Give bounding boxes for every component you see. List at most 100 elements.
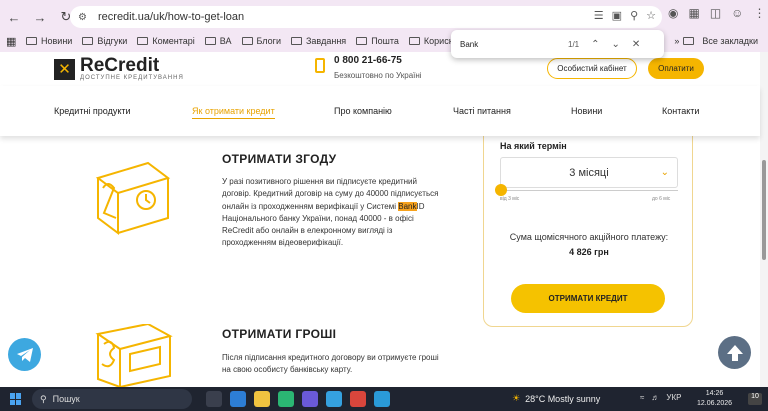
term-label: На який термін — [500, 141, 567, 151]
taskbar-apps — [206, 391, 390, 407]
address-bar[interactable]: ⚙ recredit.ua/uk/how-to-get-loan ☰ ▣ ⚲ ☆ — [70, 6, 662, 28]
pay-button[interactable]: Оплатити — [648, 58, 704, 79]
slider-min-label: від 3 міс — [500, 196, 520, 202]
app-icon[interactable] — [326, 391, 342, 407]
apps-grid-icon[interactable]: ▦ — [6, 35, 18, 48]
bookmark-item[interactable]: Новини — [26, 36, 72, 46]
phone-number[interactable]: 0 800 21-66-75 — [334, 55, 402, 66]
menu-item-faq[interactable]: Часті питання — [453, 106, 511, 116]
page-icon[interactable]: ▣ — [612, 9, 622, 22]
chevron-down-icon: ⌄ — [660, 167, 669, 178]
zoom-icon[interactable]: ⚲ — [630, 9, 638, 22]
slider-handle[interactable] — [495, 184, 507, 196]
explorer-icon[interactable] — [254, 391, 270, 407]
chrome-icon[interactable] — [350, 391, 366, 407]
logo[interactable]: ✕ ReCredit ДОСТУПНЕ КРЕДИТУВАННЯ — [54, 55, 184, 81]
bookmark-item[interactable]: Пошта — [356, 36, 399, 46]
menu-item-about[interactable]: Про компанію — [334, 106, 392, 116]
windows-start-icon[interactable] — [10, 393, 22, 405]
phone-icon — [315, 58, 325, 73]
phone-note: Безкоштовно по Україні — [334, 71, 422, 80]
folder-icon — [204, 37, 216, 45]
cabinet-button[interactable]: Особистий кабінет — [547, 58, 637, 79]
store-icon[interactable] — [230, 391, 246, 407]
scrollbar-thumb[interactable] — [762, 160, 766, 260]
step-2-illustration — [95, 161, 171, 235]
logo-name: ReCredit — [80, 55, 160, 76]
menu-item-news[interactable]: Новини — [571, 106, 602, 116]
payment-label: Сума щомісячного акційного платежу: — [509, 232, 669, 242]
find-next-icon[interactable]: ⌄ — [612, 39, 620, 50]
find-close-icon[interactable]: ✕ — [632, 39, 640, 50]
folder-icon — [356, 37, 368, 45]
system-tray: ≈ ♬ УКР — [640, 393, 681, 402]
find-highlight: Bank — [398, 201, 417, 211]
taskbar-search[interactable]: ⚲ Пошук — [32, 389, 192, 409]
profile-icon[interactable]: ☺ — [731, 6, 743, 20]
all-bookmarks[interactable]: » Все закладки — [674, 32, 758, 50]
get-credit-button[interactable]: ОТРИМАТИ КРЕДИТ — [511, 284, 665, 313]
forward-icon[interactable]: → — [28, 5, 52, 29]
weather-widget[interactable]: ☀ 28°C Mostly sunny — [512, 393, 600, 404]
site-info-icon[interactable]: ⚙ — [78, 12, 96, 23]
bookmark-item[interactable]: Завдання — [290, 36, 346, 46]
folder-icon — [241, 37, 253, 45]
step-2-text: У разі позитивного рішення ви підписуєте… — [222, 177, 439, 248]
search-icon: ⚲ — [40, 393, 47, 404]
task-view-icon[interactable] — [206, 391, 222, 407]
term-slider[interactable] — [500, 190, 678, 191]
translate-icon[interactable]: ☰ — [594, 9, 604, 22]
step-3-illustration — [95, 324, 173, 387]
clock[interactable]: 14:26 12.06.2026 — [697, 389, 732, 409]
telegram-button[interactable] — [8, 338, 41, 371]
extensions-icon[interactable]: ▦ — [688, 6, 699, 20]
star-icon[interactable]: ☆ — [646, 9, 656, 22]
folder-icon — [82, 37, 94, 45]
find-bar: Bank 1/1 ⌃ ⌄ ✕ — [451, 30, 664, 58]
telegram-icon — [16, 347, 33, 362]
scroll-top-button[interactable] — [718, 336, 751, 369]
step-2-title: ОТРИМАТИ ЗГОДУ — [222, 152, 337, 166]
taskbar: ⚲ Пошук ☀ 28°C Mostly sunny ≈ ♬ УКР 14:2… — [0, 387, 768, 411]
loan-calculator: На який термін 3 місяці ⌄ від 3 міс до 6… — [483, 136, 693, 327]
folder-icon — [683, 37, 695, 45]
step-3-title: ОТРИМАТИ ГРОШІ — [222, 327, 337, 341]
logo-tagline: ДОСТУПНЕ КРЕДИТУВАННЯ — [80, 75, 184, 81]
bookmark-item[interactable]: ВА — [204, 36, 232, 46]
logo-mark-icon: ✕ — [54, 58, 75, 80]
camera-icon[interactable]: ◉ — [668, 6, 678, 20]
app-icon[interactable] — [278, 391, 294, 407]
find-input[interactable]: Bank — [460, 40, 560, 49]
language-indicator[interactable]: УКР — [666, 393, 681, 402]
payment-value: 4 826 грн — [569, 247, 609, 257]
sidebar-icon[interactable]: ◫ — [710, 6, 721, 20]
slider-max-label: до 6 міс — [652, 196, 671, 202]
main-menu: Кредитні продукти Як отримати кредит Про… — [0, 86, 760, 136]
volume-icon[interactable]: ♬ — [651, 393, 659, 402]
menu-item-contacts[interactable]: Контакти — [662, 106, 699, 116]
menu-icon[interactable]: ⋮ — [753, 6, 765, 20]
folder-icon — [26, 37, 37, 45]
term-value: 3 місяці — [569, 166, 609, 179]
folder-icon — [137, 37, 149, 45]
copilot-icon[interactable] — [302, 391, 318, 407]
notification-badge[interactable]: 10 — [748, 393, 762, 405]
bookmark-item[interactable]: Коментарі — [137, 36, 195, 46]
find-prev-icon[interactable]: ⌃ — [591, 39, 599, 50]
menu-item-credit-products[interactable]: Кредитні продукти — [54, 106, 131, 116]
arrow-up-icon — [726, 344, 743, 361]
menu-item-how-to-get[interactable]: Як отримати кредит — [192, 106, 275, 119]
term-select[interactable]: 3 місяці ⌄ — [500, 157, 678, 188]
folder-icon — [408, 37, 420, 45]
wifi-icon[interactable]: ≈ — [640, 393, 644, 402]
bookmark-item[interactable]: Блоги — [241, 36, 281, 46]
chevron-double-icon[interactable]: » — [674, 36, 679, 46]
sun-icon: ☀ — [512, 393, 521, 403]
telegram-taskbar-icon[interactable] — [374, 391, 390, 407]
bookmark-item[interactable]: Відгуки — [82, 36, 127, 46]
page-content: ОТРИМАТИ ЗГОДУ У разі позитивного рішенн… — [0, 136, 760, 387]
find-count: 1/1 — [568, 39, 580, 49]
step-3-text: Після підписання кредитного договору ви … — [222, 353, 439, 375]
url-text: recredit.ua/uk/how-to-get-loan — [98, 11, 245, 23]
back-icon[interactable]: ← — [2, 5, 26, 29]
